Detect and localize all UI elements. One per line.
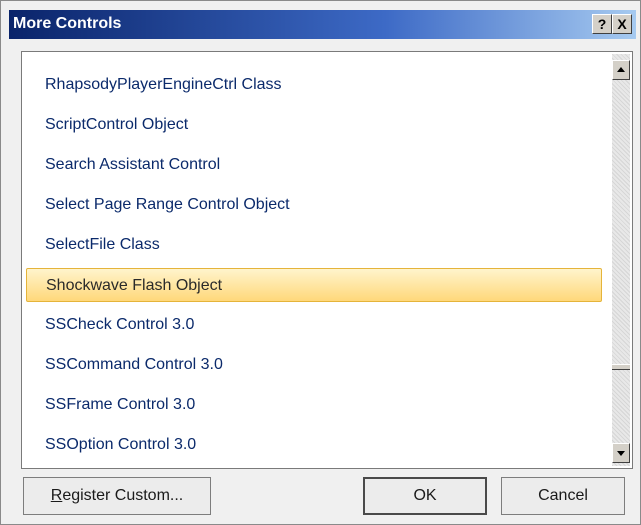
scroll-down-button[interactable]	[612, 443, 630, 463]
register-accelerator: R	[50, 487, 63, 504]
cancel-button[interactable]: Cancel	[501, 477, 625, 515]
ok-button[interactable]: OK	[363, 477, 487, 515]
arrow-up-icon	[617, 67, 625, 72]
arrow-down-icon	[617, 451, 625, 456]
scroll-up-button[interactable]	[612, 60, 630, 80]
list-item[interactable]: RhapsodyPlayerEngineCtrl Class	[26, 68, 602, 102]
list-item[interactable]: Select Page Range Control Object	[26, 188, 602, 222]
list-item[interactable]: SSCommand Control 3.0	[26, 348, 602, 382]
more-controls-dialog: More Controls ? X RhapsodyPlayerEngineCt…	[0, 0, 641, 525]
close-button[interactable]: X	[612, 14, 632, 34]
controls-list: RhapsodyPlayerEngineCtrl Class ScriptCon…	[24, 54, 612, 466]
register-label: egister Custom...	[62, 487, 184, 504]
title-bar[interactable]: More Controls ? X	[9, 10, 636, 39]
list-item[interactable]: SSFrame Control 3.0	[26, 388, 602, 422]
list-item[interactable]: ScriptControl Object	[26, 108, 602, 142]
register-custom-button[interactable]: Register Custom...	[23, 477, 211, 515]
help-button[interactable]: ?	[592, 14, 612, 34]
vertical-scrollbar[interactable]	[612, 54, 630, 466]
list-item-selected[interactable]: Shockwave Flash Object	[26, 268, 602, 302]
list-item[interactable]: SelectFile Class	[26, 228, 602, 262]
controls-listbox[interactable]: RhapsodyPlayerEngineCtrl Class ScriptCon…	[21, 51, 633, 469]
dialog-title: More Controls	[13, 15, 122, 32]
list-item[interactable]: SSCheck Control 3.0	[26, 308, 602, 342]
scroll-thumb[interactable]	[612, 364, 630, 370]
list-item[interactable]: Search Assistant Control	[26, 148, 602, 182]
list-item[interactable]: SSOption Control 3.0	[26, 428, 602, 462]
